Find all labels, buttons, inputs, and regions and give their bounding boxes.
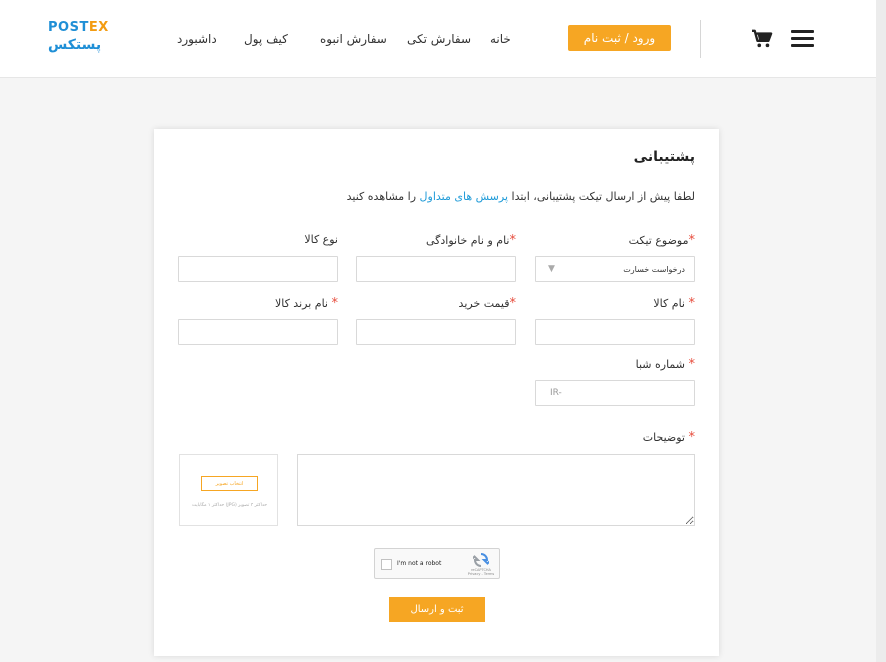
full-name-label: *نام و نام خانوادگی [425, 233, 517, 248]
brand-name-input[interactable] [178, 319, 338, 345]
login-register-button[interactable]: ورود / ثبت نام [568, 25, 671, 51]
product-type-label: نوع کالا [304, 233, 338, 246]
required-mark: * [688, 233, 696, 248]
nav-single-order[interactable]: سفارش تکی [407, 32, 471, 46]
product-name-label: * نام کالا [653, 296, 695, 311]
required-mark: * [688, 296, 696, 311]
purchase-price-label: *قیمت خرید [458, 296, 517, 311]
intro-text-before: لطفا پیش از ارسال تیکت پشتیبانی، ابتدا [508, 190, 695, 203]
page-scrollbar[interactable] [876, 0, 886, 662]
nav-home[interactable]: خانه [490, 32, 511, 46]
required-mark: * [688, 430, 696, 445]
nav-bulk-order[interactable]: سفارش انبوه [320, 32, 387, 46]
logo-text-en-prefix: POST [48, 20, 89, 35]
cart-icon[interactable] [751, 29, 773, 49]
required-mark: * [688, 357, 696, 372]
required-mark: * [509, 296, 517, 311]
required-mark: * [331, 296, 339, 311]
header-divider [700, 20, 701, 58]
recaptcha-logo-icon [470, 552, 492, 567]
recaptcha-brand: reCAPTCHA Privacy - Terms [467, 568, 495, 576]
page-title: پشتیبانی [633, 149, 695, 165]
sheba-input[interactable]: IR- [535, 380, 695, 406]
logo-text-fa: پستکس [48, 37, 102, 53]
required-mark: * [509, 233, 517, 248]
image-upload-area[interactable]: انتخاب تصویر حداکثر ۳ تصویر (JPG) حداکثر… [179, 454, 278, 526]
description-textarea[interactable] [297, 454, 695, 526]
ticket-subject-label: *موضوع تیکت [628, 233, 696, 248]
brand-name-label: * نام برند کالا [274, 296, 339, 311]
product-type-input[interactable] [178, 256, 338, 282]
choose-image-button[interactable]: انتخاب تصویر [201, 476, 258, 491]
intro-text-after: را مشاهده کنید [346, 190, 420, 203]
sheba-label: * شماره شبا [635, 357, 696, 372]
hamburger-menu-icon[interactable] [791, 30, 814, 48]
submit-button[interactable]: ثبت و ارسال [389, 597, 485, 622]
purchase-price-input[interactable] [356, 319, 516, 345]
ticket-subject-select[interactable]: درخواست خسارت ▼ [535, 256, 695, 282]
ticket-subject-value: درخواست خسارت [623, 264, 685, 274]
support-intro: لطفا پیش از ارسال تیکت پشتیبانی، ابتدا پ… [347, 190, 695, 203]
product-name-input[interactable] [535, 319, 695, 345]
nav-dashboard[interactable]: داشبورد [177, 32, 217, 46]
full-name-input[interactable] [356, 256, 516, 282]
faq-link[interactable]: پرسش های متداول [420, 190, 508, 203]
logo-text-en-suffix: EX [88, 20, 109, 35]
nav-wallet[interactable]: کیف پول [244, 32, 288, 46]
recaptcha-label: I'm not a robot [397, 560, 442, 567]
description-label: * توضیحات [642, 430, 696, 445]
support-form-card: پشتیبانی لطفا پیش از ارسال تیکت پشتیبانی… [154, 129, 719, 656]
recaptcha-checkbox[interactable] [381, 559, 392, 570]
postex-logo[interactable]: POSTEX پستکس [48, 20, 108, 57]
recaptcha-widget: I'm not a robot reCAPTCHA Privacy - Term… [374, 548, 500, 579]
sheba-placeholder: IR- [550, 388, 562, 398]
site-header: POSTEX پستکس خانه سفارش تکی سفارش انبوه … [0, 0, 876, 78]
chevron-down-icon: ▼ [548, 264, 555, 274]
upload-note: حداکثر ۳ تصویر (JPG) حداکثر ۱ مگابایت [191, 503, 268, 508]
